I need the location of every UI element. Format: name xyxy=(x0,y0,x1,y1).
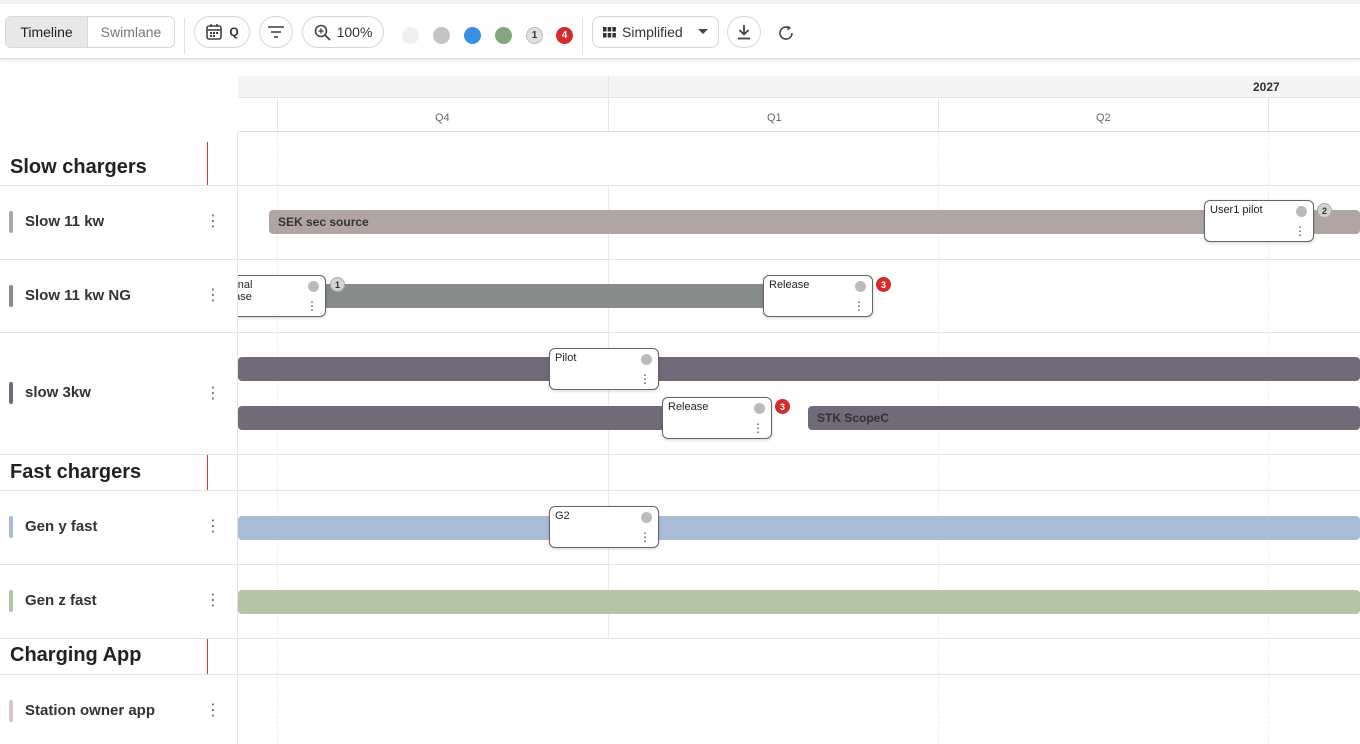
grid-icon xyxy=(603,26,616,37)
milestone-title: Pilot xyxy=(555,352,577,364)
quarter-label-q1: Q1 xyxy=(767,112,782,124)
divider xyxy=(184,18,185,54)
refresh-icon xyxy=(779,25,793,40)
filter-button[interactable] xyxy=(259,16,293,48)
milestone-user1-pilot[interactable]: User1 pilot ⋮ xyxy=(1204,200,1314,242)
milestone-title: Release xyxy=(668,401,709,413)
group-marker xyxy=(207,142,208,185)
milestone-menu-icon[interactable]: ⋮ xyxy=(1294,225,1306,237)
row-color-indicator xyxy=(9,516,13,538)
bar-sek-sec-source[interactable]: SEK sec source xyxy=(269,210,1360,234)
group-marker xyxy=(207,455,208,490)
milestone-title: Release xyxy=(769,279,810,291)
milestone-pilot[interactable]: Pilot ⋮ xyxy=(549,348,659,390)
status-filter-grey[interactable] xyxy=(433,27,450,44)
milestone-title: G2 xyxy=(555,510,570,522)
year-header xyxy=(238,76,1360,98)
milestone-count-badge[interactable]: 3 xyxy=(876,277,891,292)
bar-stk-scopec[interactable]: STK ScopeC xyxy=(808,406,1360,430)
group-title-slow-chargers[interactable]: Slow chargers xyxy=(10,156,147,179)
tab-swimlane[interactable]: Swimlane xyxy=(87,17,174,47)
row-menu-icon[interactable]: ⋮ xyxy=(205,519,221,535)
row-menu-icon[interactable]: ⋮ xyxy=(205,288,221,304)
quarter-divider xyxy=(1268,98,1269,132)
status-dot xyxy=(1296,206,1307,217)
toolbar: Timeline Swimlane Q 100% 1 4 Simplified xyxy=(0,4,1360,59)
status-dot xyxy=(855,281,866,292)
filter-icon xyxy=(268,26,284,38)
milestone-menu-icon[interactable]: ⋮ xyxy=(752,422,764,434)
status-dot xyxy=(308,281,319,292)
count-badge-grey[interactable]: 1 xyxy=(526,27,543,44)
refresh-button[interactable] xyxy=(777,24,797,44)
milestone-menu-icon[interactable]: ⋮ xyxy=(306,300,318,312)
zoom-icon xyxy=(314,24,331,41)
quarter-divider xyxy=(938,98,939,132)
bar-gen-y-fast[interactable] xyxy=(238,516,1360,540)
divider xyxy=(582,18,583,54)
bar-label: STK ScopeC xyxy=(817,411,890,425)
quarter-divider xyxy=(277,98,278,132)
granularity-button[interactable]: Q xyxy=(194,16,250,48)
zoom-level: 100% xyxy=(336,24,373,40)
milestone-title: ernal ease xyxy=(238,279,253,303)
row-label-slow-11kw[interactable]: Slow 11 kw xyxy=(25,213,104,230)
status-dot xyxy=(641,512,652,523)
timeline-canvas: SEK sec source STK ScopeC User1 pilot ⋮ … xyxy=(238,132,1360,744)
group-title-charging-app[interactable]: Charging App xyxy=(10,644,141,667)
status-dot xyxy=(754,403,765,414)
year-label: 2027 xyxy=(1253,80,1280,94)
quarter-divider xyxy=(608,76,609,132)
row-label-gen-z-fast[interactable]: Gen z fast xyxy=(25,592,97,609)
milestone-count-badge[interactable]: 2 xyxy=(1317,203,1332,218)
bar-slow-3kw-upper[interactable] xyxy=(238,357,1360,381)
row-color-indicator xyxy=(9,285,13,307)
download-icon xyxy=(738,25,750,40)
row-menu-icon[interactable]: ⋮ xyxy=(205,703,221,719)
milestone-menu-icon[interactable]: ⋮ xyxy=(639,373,651,385)
count-badge-red[interactable]: 4 xyxy=(556,27,573,44)
milestone-count-badge[interactable]: 1 xyxy=(330,277,345,292)
quarter-header xyxy=(238,98,1360,132)
status-dot xyxy=(641,354,652,365)
milestone-count-badge[interactable]: 3 xyxy=(775,399,790,414)
zoom-button[interactable]: 100% xyxy=(302,16,384,48)
milestone-menu-icon[interactable]: ⋮ xyxy=(853,300,865,312)
status-filter-green[interactable] xyxy=(495,27,512,44)
quarter-label-q4: Q4 xyxy=(435,112,450,124)
milestone-g2[interactable]: G2 ⋮ xyxy=(549,506,659,548)
milestone-internal-release[interactable]: ernal ease ⋮ xyxy=(238,275,326,317)
row-label-slow-3kw[interactable]: slow 3kw xyxy=(25,384,91,401)
row-label-station-owner-app[interactable]: Station owner app xyxy=(25,702,155,719)
download-button[interactable] xyxy=(727,16,761,48)
tab-timeline[interactable]: Timeline xyxy=(6,17,88,47)
quarter-label-q2: Q2 xyxy=(1096,112,1111,124)
row-menu-icon[interactable]: ⋮ xyxy=(205,593,221,609)
bar-slow-3kw-lower[interactable] xyxy=(238,406,668,430)
milestone-release-3kw[interactable]: Release ⋮ xyxy=(662,397,772,439)
group-marker xyxy=(207,639,208,674)
calendar-icon xyxy=(206,24,223,40)
row-label-gen-y-fast[interactable]: Gen y fast xyxy=(25,518,98,535)
chevron-down-icon xyxy=(697,29,708,34)
group-title-fast-chargers[interactable]: Fast chargers xyxy=(10,461,141,484)
row-color-indicator xyxy=(9,700,13,722)
bar-label: SEK sec source xyxy=(278,215,369,229)
row-menu-icon[interactable]: ⋮ xyxy=(205,386,221,402)
row-color-indicator xyxy=(9,590,13,612)
row-color-indicator xyxy=(9,211,13,233)
row-menu-icon[interactable]: ⋮ xyxy=(205,214,221,230)
granularity-label: Q xyxy=(229,25,239,39)
layout-select[interactable]: Simplified xyxy=(592,16,719,48)
milestone-release-11kw-ng[interactable]: Release ⋮ xyxy=(763,275,873,317)
milestone-menu-icon[interactable]: ⋮ xyxy=(639,531,651,543)
bar-gen-z-fast[interactable] xyxy=(238,590,1360,614)
view-switcher: Timeline Swimlane xyxy=(5,16,175,48)
layout-label: Simplified xyxy=(622,24,683,40)
status-filter-blue[interactable] xyxy=(464,27,481,44)
row-color-indicator xyxy=(9,382,13,404)
status-filter-white[interactable] xyxy=(402,27,419,44)
row-label-slow-11kw-ng[interactable]: Slow 11 kw NG xyxy=(25,287,131,304)
milestone-title: User1 pilot xyxy=(1210,204,1263,216)
